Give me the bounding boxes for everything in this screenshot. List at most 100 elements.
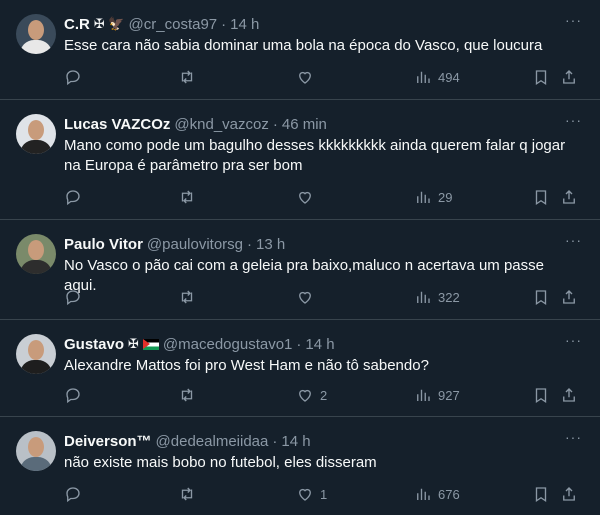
like-icon: [299, 71, 311, 84]
user-handle[interactable]: @knd_vazcoz: [174, 116, 268, 133]
views-button[interactable]: 322: [414, 286, 460, 308]
user-handle[interactable]: @cr_costa97: [129, 16, 218, 33]
retweet-icon: [181, 190, 193, 204]
reply-button[interactable]: [64, 286, 88, 308]
more-options-icon[interactable]: ···: [565, 12, 582, 28]
retweet-button[interactable]: [178, 483, 202, 505]
reply-button[interactable]: [64, 483, 88, 505]
more-options-icon[interactable]: ···: [565, 112, 582, 128]
views-icon: [417, 291, 430, 303]
reply-icon: [66, 487, 80, 503]
share-button[interactable]: [560, 66, 578, 88]
view-count: 494: [438, 69, 460, 85]
retweet-button[interactable]: [178, 286, 202, 308]
like-button[interactable]: [296, 66, 320, 88]
tweet-header: Paulo Vitor @paulovitorsg · 13 h: [64, 234, 560, 254]
bookmark-button[interactable]: [532, 66, 550, 88]
retweet-icon: [181, 487, 193, 501]
bookmark-button[interactable]: [532, 286, 550, 308]
like-button[interactable]: 1: [296, 483, 327, 505]
palestine-flag-icon: [142, 338, 159, 350]
avatar[interactable]: [16, 234, 56, 274]
bookmark-icon: [535, 70, 547, 86]
user-handle[interactable]: @macedogustavo1: [163, 336, 292, 353]
share-button[interactable]: [560, 286, 578, 308]
display-name[interactable]: Gustavo: [64, 336, 124, 353]
retweet-button[interactable]: [178, 66, 202, 88]
tweet-text: Esse cara não sabia dominar uma bola na …: [64, 37, 543, 54]
timestamp[interactable]: 14 h: [230, 16, 259, 33]
separator-dot: ·: [296, 335, 302, 353]
bookmark-button[interactable]: [532, 384, 550, 406]
timestamp[interactable]: 14 h: [281, 433, 310, 450]
like-button[interactable]: [296, 186, 320, 208]
name-badges: ✠ 🦅: [93, 16, 125, 31]
like-icon: [299, 389, 311, 402]
reply-button[interactable]: [64, 66, 88, 88]
retweet-button[interactable]: [178, 186, 202, 208]
tweet[interactable]: Paulo Vitor @paulovitorsg · 13 h ··· No …: [0, 220, 600, 320]
display-name[interactable]: Deiverson™: [64, 433, 152, 450]
views-button[interactable]: 29: [414, 186, 452, 208]
avatar[interactable]: [16, 431, 56, 471]
tweet[interactable]: C.R ✠ 🦅 @cr_costa97 · 14 h ··· Esse cara…: [0, 0, 600, 100]
share-icon: [563, 487, 575, 501]
views-button[interactable]: 494: [414, 66, 460, 88]
like-button[interactable]: 2: [296, 384, 327, 406]
display-name[interactable]: Lucas VAZCOz: [64, 116, 170, 133]
share-button[interactable]: [560, 186, 578, 208]
retweet-button[interactable]: [178, 384, 202, 406]
avatar[interactable]: [16, 114, 56, 154]
bookmark-button[interactable]: [532, 186, 550, 208]
views-icon: [417, 191, 430, 203]
share-button[interactable]: [560, 483, 578, 505]
view-count: 676: [438, 486, 460, 502]
display-name[interactable]: Paulo Vitor: [64, 236, 143, 253]
share-icon: [563, 290, 575, 304]
more-options-icon[interactable]: ···: [565, 332, 582, 348]
bookmark-icon: [535, 487, 547, 503]
views-button[interactable]: 676: [414, 483, 460, 505]
tweet-actions: 1 676: [64, 483, 584, 505]
like-button[interactable]: [296, 286, 320, 308]
reply-icon: [66, 388, 80, 404]
reply-icon: [66, 190, 80, 206]
tweet[interactable]: Deiverson™ @dedealmeiidaa · 14 h ··· não…: [0, 417, 600, 515]
share-button[interactable]: [560, 384, 578, 406]
views-button[interactable]: 927: [414, 384, 460, 406]
timestamp[interactable]: 14 h: [305, 336, 334, 353]
like-icon: [299, 291, 311, 304]
separator-dot: ·: [247, 235, 253, 253]
share-icon: [563, 190, 575, 204]
avatar[interactable]: [16, 334, 56, 374]
tweet-actions: 322: [64, 286, 584, 308]
bookmark-button[interactable]: [532, 483, 550, 505]
tweet[interactable]: Gustavo ✠ @macedogustavo1 · 14 h ··· Ale…: [0, 320, 600, 417]
reply-icon: [66, 290, 80, 306]
tweet-feed: C.R ✠ 🦅 @cr_costa97 · 14 h ··· Esse cara…: [0, 0, 600, 515]
retweet-icon: [181, 290, 193, 304]
more-options-icon[interactable]: ···: [565, 232, 582, 248]
avatar[interactable]: [16, 14, 56, 54]
timestamp[interactable]: 13 h: [256, 236, 285, 253]
tweet-header: Lucas VAZCOz @knd_vazcoz · 46 min: [64, 114, 560, 134]
tweet-actions: 494: [64, 66, 584, 88]
bookmark-icon: [535, 388, 547, 404]
like-count: 1: [320, 486, 328, 502]
views-icon: [417, 71, 430, 83]
user-handle[interactable]: @dedealmeiidaa: [156, 433, 269, 450]
tweet-header: C.R ✠ 🦅 @cr_costa97 · 14 h: [64, 14, 560, 34]
tweet[interactable]: Lucas VAZCOz @knd_vazcoz · 46 min ··· Ma…: [0, 100, 600, 220]
reply-button[interactable]: [64, 186, 88, 208]
more-options-icon[interactable]: ···: [565, 429, 582, 445]
tweet-header: Deiverson™ @dedealmeiidaa · 14 h: [64, 431, 560, 451]
views-icon: [417, 389, 430, 401]
like-icon: [299, 191, 311, 204]
share-icon: [563, 388, 575, 402]
timestamp[interactable]: 46 min: [282, 116, 327, 133]
tweet-actions: 29: [64, 186, 584, 208]
reply-button[interactable]: [64, 384, 88, 406]
user-handle[interactable]: @paulovitorsg: [147, 236, 243, 253]
display-name[interactable]: C.R: [64, 16, 90, 33]
separator-dot: ·: [272, 432, 278, 450]
